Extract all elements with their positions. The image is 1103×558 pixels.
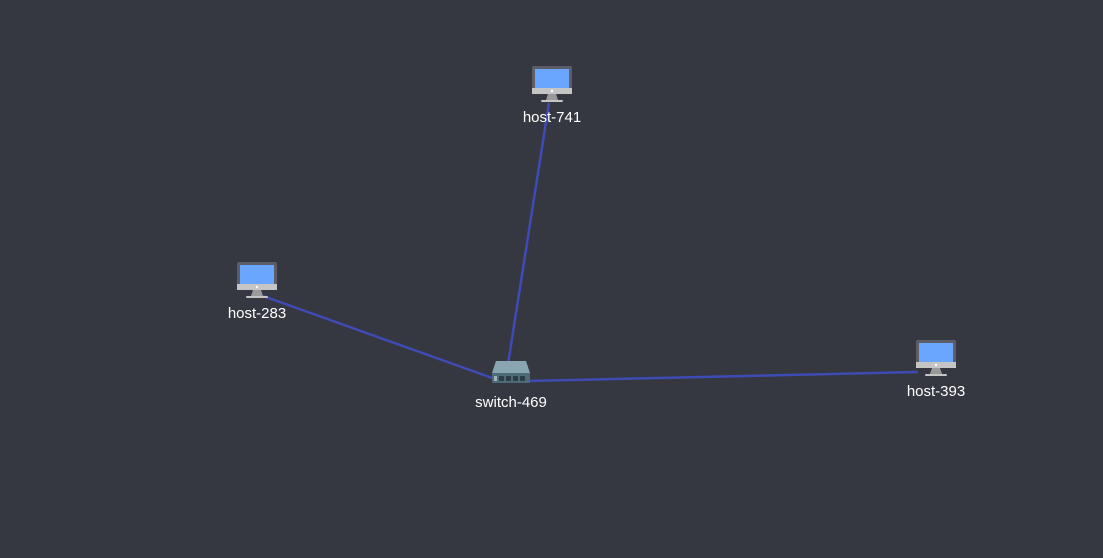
node-switch-469[interactable]: switch-469 xyxy=(475,361,547,411)
network-topology-canvas: host-741 host-283 switch-469 host-393 xyxy=(228,66,965,411)
computer-icon xyxy=(532,66,572,102)
links-layer xyxy=(262,102,919,383)
link-switch-469-host-283[interactable] xyxy=(262,294,496,381)
node-label: host-393 xyxy=(907,383,965,400)
link-switch-469-host-741[interactable] xyxy=(506,102,551,365)
link-switch-469-host-393[interactable] xyxy=(527,370,919,383)
computer-icon xyxy=(237,262,277,298)
node-label: switch-469 xyxy=(475,394,547,411)
node-host-283[interactable]: host-283 xyxy=(228,262,286,322)
network-switch-icon xyxy=(492,361,530,383)
node-host-741[interactable]: host-741 xyxy=(523,66,581,126)
node-host-393[interactable]: host-393 xyxy=(907,340,965,400)
nodes-layer: host-741 host-283 switch-469 host-393 xyxy=(228,66,965,411)
node-label: host-741 xyxy=(523,109,581,126)
computer-icon xyxy=(916,340,956,376)
node-label: host-283 xyxy=(228,305,286,322)
